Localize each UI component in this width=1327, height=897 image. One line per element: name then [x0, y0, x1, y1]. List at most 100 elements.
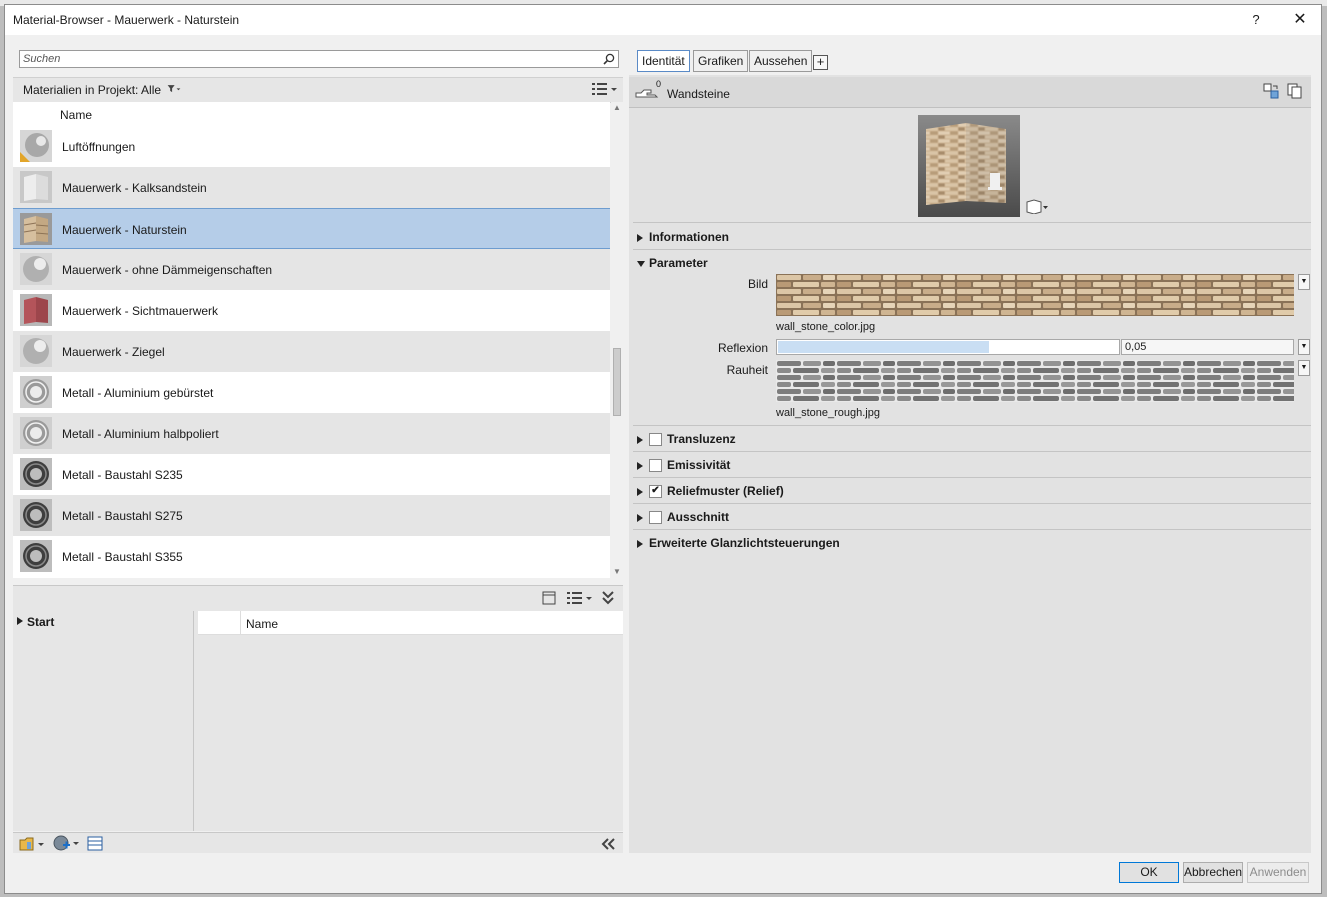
rauheit-label: Rauheit: [726, 363, 768, 377]
panel-toggle-icon[interactable]: [542, 591, 556, 605]
tab-grafiken[interactable]: Grafiken: [693, 50, 749, 72]
bild-label: Bild: [747, 277, 768, 291]
divider: [633, 477, 1311, 478]
expand-arrow-icon[interactable]: [637, 487, 643, 496]
tree-expand-icon[interactable]: [17, 617, 23, 625]
divider: [633, 529, 1311, 530]
relief-checkbox[interactable]: ✔: [649, 485, 662, 499]
material-name-label: Mauerwerk - Kalksandstein: [62, 181, 207, 195]
material-list-item[interactable]: Metall - Baustahl S235: [13, 454, 610, 495]
section-informationen[interactable]: Informationen: [637, 230, 729, 244]
bild-dropdown-button[interactable]: ▼: [1298, 274, 1310, 290]
expand-arrow-icon[interactable]: [637, 539, 643, 548]
material-thumbnail-icon: [20, 294, 52, 326]
preview-options-icon[interactable]: [1025, 198, 1049, 214]
library-menu-icon[interactable]: [19, 836, 45, 852]
material-editor-panel: Identität Grafiken Aussehen + 0 Wandstei…: [629, 45, 1311, 853]
reflexion-dropdown-button[interactable]: ▼: [1298, 339, 1310, 355]
ausschnitt-checkbox[interactable]: [649, 511, 662, 525]
scroll-thumb[interactable]: [613, 348, 621, 416]
list-scrollbar[interactable]: ▲ ▼: [611, 102, 623, 578]
list-view-options-icon[interactable]: [591, 82, 619, 96]
duplicate-asset-icon[interactable]: [1287, 83, 1303, 99]
close-button[interactable]: ✕: [1289, 10, 1311, 30]
tab-identitaet[interactable]: Identität: [637, 50, 690, 72]
divider: [633, 222, 1311, 223]
search-input[interactable]: Suchen: [19, 50, 619, 68]
emissivitaet-checkbox[interactable]: [649, 459, 662, 473]
material-list-item[interactable]: Metall - Aluminium gebürstet: [13, 372, 610, 413]
material-list-item[interactable]: Mauerwerk - ohne Dämmeigenschaften: [13, 249, 610, 290]
section-glanzlicht[interactable]: Erweiterte Glanzlichtsteuerungen: [637, 536, 840, 550]
expand-arrow-icon[interactable]: [637, 233, 643, 242]
library-view-options-icon[interactable]: [566, 591, 594, 605]
section-reliefmuster[interactable]: ✔ Reliefmuster (Relief): [637, 484, 784, 499]
bottom-toolbar: [13, 832, 623, 854]
material-list-item[interactable]: Metall - Baustahl S275: [13, 495, 610, 536]
bild-filename: wall_stone_color.jpg: [776, 321, 876, 333]
divider: [633, 503, 1311, 504]
material-thumbnail-icon: [20, 458, 52, 490]
material-name-label: Mauerwerk - Ziegel: [62, 345, 165, 359]
filter-bar: Materialien in Projekt: Alle: [13, 77, 623, 103]
scroll-down-arrow-icon[interactable]: ▼: [613, 568, 621, 576]
material-name-label: Mauerwerk - Naturstein: [62, 223, 187, 237]
material-name-label: Metall - Baustahl S275: [62, 509, 183, 523]
ok-button[interactable]: OK: [1119, 862, 1179, 883]
material-thumbnail-icon: [20, 376, 52, 408]
library-column-name: Name: [246, 617, 279, 631]
material-name-label: Luftöffnungen: [62, 140, 136, 154]
add-asset-button[interactable]: +: [813, 55, 828, 70]
cancel-button[interactable]: Abbrechen: [1183, 862, 1243, 883]
scroll-up-arrow-icon[interactable]: ▲: [613, 104, 621, 112]
collapse-down-icon[interactable]: [601, 590, 615, 606]
transluzenz-checkbox[interactable]: [649, 433, 662, 447]
material-name-label: Mauerwerk - ohne Dämmeigenschaften: [62, 263, 273, 277]
asset-browser-icon[interactable]: [87, 836, 103, 851]
library-table: Name: [194, 611, 623, 831]
asset-header: 0 Wandsteine: [629, 77, 1311, 108]
reflexion-value-field[interactable]: 0,05: [1121, 339, 1294, 355]
expand-arrow-icon[interactable]: [637, 513, 643, 522]
rauheit-texture-thumbnail[interactable]: [776, 360, 1294, 402]
section-emissivitaet[interactable]: Emissivität: [637, 458, 730, 473]
rauheit-dropdown-button[interactable]: ▼: [1298, 360, 1310, 376]
library-tree: Start: [13, 611, 194, 831]
dialog-footer: OK Abbrechen Anwenden: [5, 853, 1321, 893]
asset-usage-count: 0: [656, 79, 662, 89]
bild-texture-thumbnail[interactable]: [776, 274, 1294, 316]
help-button[interactable]: ?: [1245, 10, 1267, 30]
material-list-item[interactable]: Mauerwerk - Kalksandstein: [13, 167, 610, 208]
tab-aussehen[interactable]: Aussehen: [749, 50, 813, 72]
collapse-left-icon[interactable]: [600, 837, 616, 851]
section-transluzenz[interactable]: Transluzenz: [637, 432, 736, 447]
section-ausschnitt[interactable]: Ausschnitt: [637, 510, 729, 525]
material-list-item[interactable]: Metall - Baustahl S355: [13, 536, 610, 577]
material-thumbnail-icon: [20, 213, 52, 245]
expand-arrow-icon[interactable]: [637, 461, 643, 470]
create-material-icon[interactable]: [53, 835, 81, 852]
tree-item-start[interactable]: Start: [27, 615, 54, 629]
material-list-item[interactable]: Metall - Aluminium halbpoliert: [13, 413, 610, 454]
material-name-label: Mauerwerk - Sichtmauerwerk: [62, 304, 219, 318]
collapse-arrow-icon[interactable]: [637, 260, 645, 267]
expand-arrow-icon[interactable]: [637, 435, 643, 444]
material-list-item[interactable]: Luftöffnungen: [13, 126, 610, 167]
tab-strip: Identität Grafiken Aussehen +: [629, 45, 1311, 75]
search-placeholder: Suchen: [23, 53, 61, 65]
reflexion-slider[interactable]: [776, 339, 1120, 355]
material-list-item[interactable]: Mauerwerk - Sichtmauerwerk: [13, 290, 610, 331]
apply-button[interactable]: Anwenden: [1247, 862, 1309, 883]
library-column-header[interactable]: Name: [198, 611, 623, 635]
material-list-item[interactable]: Mauerwerk - Ziegel: [13, 331, 610, 372]
search-icon[interactable]: [603, 53, 615, 65]
title-bar: Material-Browser - Mauerwerk - Naturstei…: [5, 5, 1321, 35]
replace-asset-icon[interactable]: [1263, 83, 1279, 99]
section-parameter[interactable]: Parameter: [637, 256, 708, 270]
list-column-header[interactable]: Name: [13, 102, 610, 126]
filter-icon[interactable]: [167, 82, 181, 96]
rauheit-filename: wall_stone_rough.jpg: [776, 407, 880, 419]
material-thumbnail-icon: [20, 540, 52, 572]
material-preview-image: [918, 115, 1020, 217]
material-list-item[interactable]: Mauerwerk - Naturstein: [13, 208, 610, 249]
